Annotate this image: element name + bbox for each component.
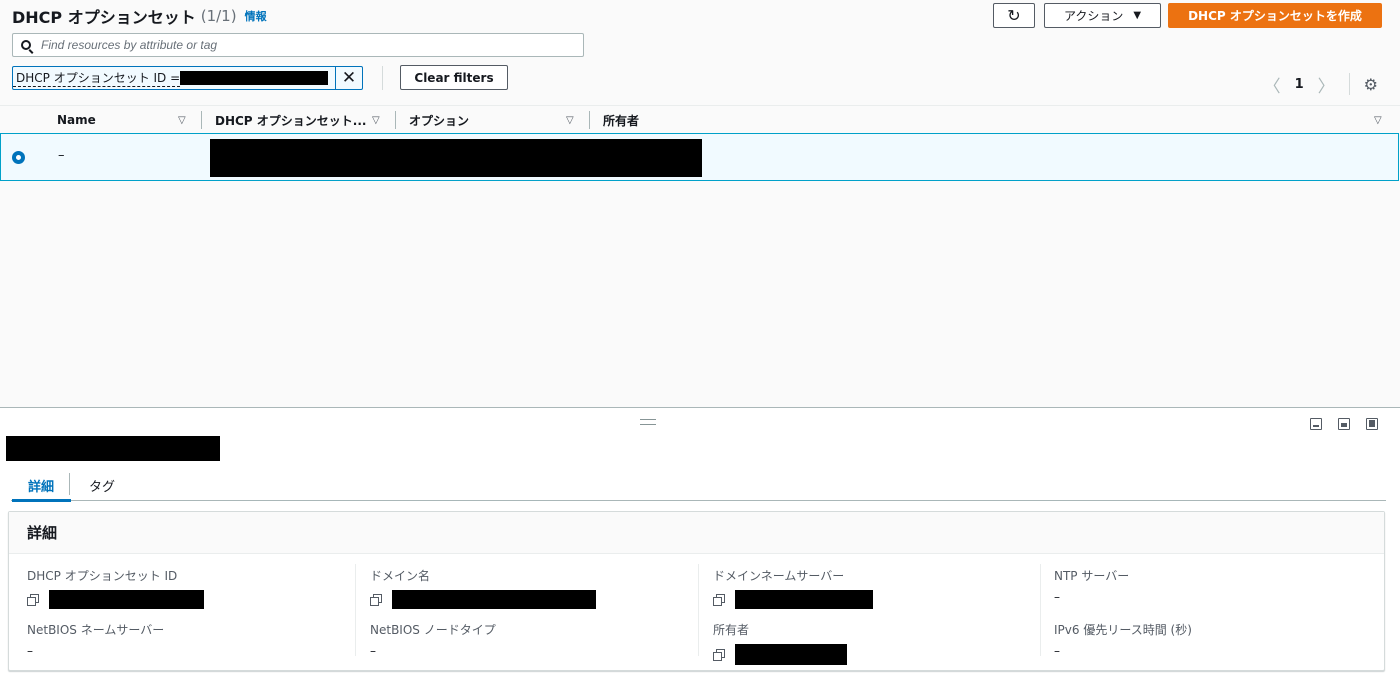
field-domain-name: ドメイン名 [370,567,596,609]
next-page-icon[interactable]: 〉 [1318,72,1335,97]
column-header-dhcp-id[interactable]: DHCP オプションセット... ▽ [215,106,390,134]
row-name-cell: – [58,148,65,163]
copy-icon[interactable] [713,649,725,661]
refresh-button[interactable]: ↻ [993,3,1035,28]
column-header-name[interactable]: Name ▽ [57,106,197,134]
field-label: ドメイン名 [370,569,431,583]
page-title: DHCP オプションセット [12,8,196,27]
page-number[interactable]: 1 [1295,77,1304,92]
sort-icon: ▽ [372,114,380,126]
details-card-title: 詳細 [9,512,1384,554]
field-label: ドメインネームサーバー [713,569,845,583]
field-label: IPv6 優先リース時間 (秒) [1054,623,1192,637]
field-owner: 所有者 [713,621,847,665]
details-card: 詳細 DHCP オプションセット ID ドメイン名 ドメインネームサーバー NT… [8,511,1385,671]
search-input[interactable] [41,38,583,52]
previous-page-icon[interactable]: 〈 [1264,72,1281,97]
field-netbios-node-type: NetBIOS ノードタイプ – [370,621,496,658]
column-divider[interactable] [395,111,396,129]
gear-icon[interactable]: ⚙ [1364,75,1378,94]
detail-tabs: 詳細 タグ [11,468,1386,502]
caret-down-icon: ▼ [1133,10,1142,21]
tab-divider [69,473,70,495]
filter-token[interactable]: DHCP オプションセット ID = ✕ [12,66,363,90]
redacted-detail-heading [6,436,220,461]
field-label: DHCP オプションセット ID [27,569,178,583]
filter-divider [382,66,383,90]
resource-list-panel: DHCP オプションセット (1/1) 情報 ↻ アクション ▼ DHCP オプ… [0,0,1400,407]
split-view-large-icon[interactable] [1366,418,1378,430]
split-view-small-icon[interactable] [1310,418,1322,430]
table-header: Name ▽ DHCP オプションセット... ▽ オプション ▽ 所有者 ▽ [0,105,1400,133]
tab-tags[interactable]: タグ [89,472,115,498]
search-icon [21,40,31,50]
field-value: – [27,644,33,658]
field-value: – [1054,590,1060,604]
column-separator [698,564,699,656]
field-value [713,644,847,665]
clear-filters-button[interactable]: Clear filters [400,65,508,90]
copy-icon[interactable] [713,594,725,606]
field-value [27,590,204,609]
sort-icon: ▽ [1374,114,1382,126]
column-header-options[interactable]: オプション ▽ [409,106,584,134]
column-separator [1040,564,1041,656]
pagination: 〈 1 〉 ⚙ [1264,72,1378,97]
column-header-owner[interactable]: 所有者 ▽ [603,106,1393,134]
field-value [713,590,873,609]
row-select-radio[interactable] [12,151,25,164]
tab-details[interactable]: 詳細 [11,472,72,502]
redacted-value [392,590,596,609]
resize-handle-icon[interactable] [640,419,656,425]
copy-icon[interactable] [27,594,39,606]
split-view-medium-icon[interactable] [1338,418,1350,430]
search-bar[interactable] [12,33,584,57]
field-value: – [1054,644,1060,658]
field-label: NetBIOS ネームサーバー [27,623,165,637]
sort-icon: ▽ [178,114,186,126]
refresh-icon: ↻ [1007,6,1021,25]
column-divider[interactable] [589,111,590,129]
redacted-value [49,590,204,609]
field-ipv6-lease-time: IPv6 優先リース時間 (秒) – [1054,621,1192,658]
actions-label: アクション [1063,9,1124,23]
actions-dropdown-button[interactable]: アクション ▼ [1044,3,1161,28]
field-value: – [370,644,376,658]
redacted-value [735,590,873,609]
redacted-filter-value [180,71,329,85]
field-label: 所有者 [713,623,750,637]
field-ntp-servers: NTP サーバー – [1054,567,1129,604]
panel-view-controls [1310,418,1378,430]
field-dhcp-options-id: DHCP オプションセット ID [27,567,204,609]
field-netbios-name-servers: NetBIOS ネームサーバー – [27,621,164,658]
page-header: DHCP オプションセット (1/1) 情報 [12,4,267,28]
pagination-divider [1348,73,1350,95]
resource-count: (1/1) [200,7,237,25]
table-row[interactable]: – [0,133,1399,181]
info-link[interactable]: 情報 [245,8,267,24]
field-label: NetBIOS ノードタイプ [370,623,496,637]
column-separator [355,564,356,656]
remove-filter-icon[interactable]: ✕ [335,66,362,90]
field-domain-name-servers: ドメインネームサーバー [713,567,873,609]
field-label: NTP サーバー [1054,569,1130,583]
copy-icon[interactable] [370,594,382,606]
filter-token-label[interactable]: DHCP オプションセット ID = [13,69,181,87]
sort-icon: ▽ [566,114,574,126]
redacted-row-content [210,139,702,177]
redacted-value [735,644,847,665]
field-value [370,590,596,609]
column-divider[interactable] [201,111,202,129]
create-dhcp-options-button[interactable]: DHCP オプションセットを作成 [1168,3,1382,28]
